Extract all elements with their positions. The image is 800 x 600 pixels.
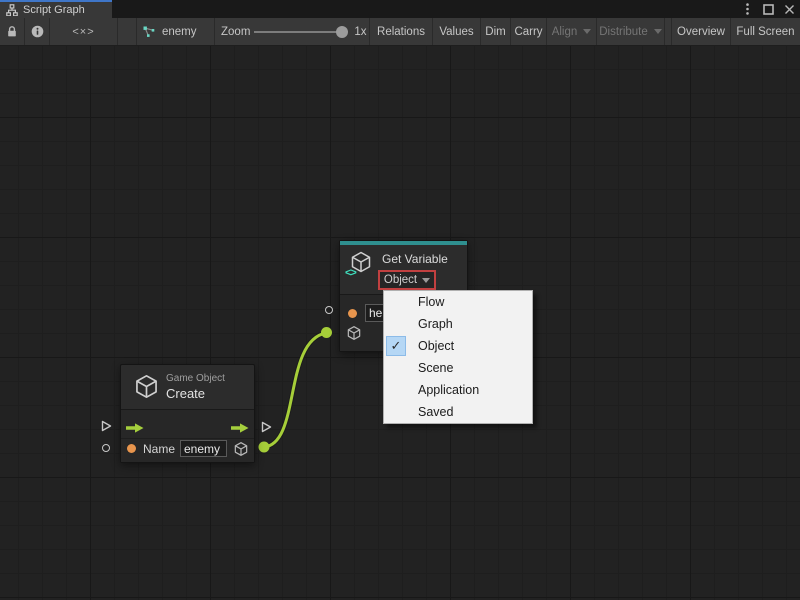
tab-script-graph[interactable]: Script Graph bbox=[0, 0, 112, 18]
overview-button[interactable]: Overview bbox=[671, 18, 731, 45]
zoom-value: 1x bbox=[354, 26, 366, 38]
script-graph-icon bbox=[6, 4, 18, 16]
toolbar-spacer bbox=[118, 18, 136, 45]
titlebar: Script Graph bbox=[0, 0, 800, 18]
distribute-button[interactable]: Distribute bbox=[597, 18, 665, 45]
check-icon: ✓ bbox=[386, 336, 406, 356]
script-graph-window: Script Graph bbox=[0, 0, 800, 600]
node-title: Get Variable bbox=[382, 252, 448, 266]
code-brackets-icon: <×> bbox=[72, 26, 94, 38]
create-flow-out-port[interactable] bbox=[260, 421, 272, 433]
flow-output-arrow-icon[interactable] bbox=[231, 423, 249, 433]
carry-button[interactable]: Carry bbox=[511, 18, 547, 45]
create-flow-in-port[interactable] bbox=[100, 420, 112, 432]
graph-breadcrumb[interactable]: enemy bbox=[136, 18, 215, 45]
toolbar: <×> enemy Zoom 1x Relations Values Dim bbox=[0, 18, 800, 46]
values-button[interactable]: Values bbox=[433, 18, 481, 45]
cube-icon bbox=[133, 373, 160, 400]
fullscreen-button[interactable]: Full Screen bbox=[731, 18, 800, 45]
flow-input-arrow-icon[interactable] bbox=[126, 423, 144, 433]
object-output-cube-icon[interactable] bbox=[346, 325, 362, 341]
dim-button[interactable]: Dim bbox=[481, 18, 511, 45]
getvariable-input-port-connected bbox=[321, 327, 332, 338]
menu-item-graph[interactable]: Graph bbox=[384, 313, 532, 335]
close-icon[interactable] bbox=[783, 2, 795, 16]
menu-item-scene[interactable]: Scene bbox=[384, 357, 532, 379]
tab-label: Script Graph bbox=[23, 4, 85, 16]
lock-button[interactable] bbox=[0, 18, 25, 45]
create-output-port-connected bbox=[259, 442, 270, 453]
info-icon bbox=[31, 25, 44, 38]
menu-item-object[interactable]: ✓ Object bbox=[384, 335, 532, 357]
relations-button[interactable]: Relations bbox=[370, 18, 433, 45]
node-title: Create bbox=[166, 386, 205, 401]
zoom-slider-handle[interactable] bbox=[336, 26, 348, 38]
caret-down-icon bbox=[654, 29, 662, 34]
maximize-icon[interactable] bbox=[762, 2, 774, 16]
name-port-label: Name bbox=[143, 442, 175, 456]
node-ports-area: Name bbox=[121, 409, 254, 462]
info-button[interactable] bbox=[25, 18, 50, 45]
graph-icon bbox=[142, 25, 156, 38]
menu-item-application[interactable]: Application bbox=[384, 379, 532, 401]
menu-item-flow[interactable]: Flow bbox=[384, 291, 532, 313]
zoom-label: Zoom bbox=[221, 26, 250, 38]
caret-down-icon bbox=[583, 29, 591, 34]
variable-kind-dropdown[interactable]: Object bbox=[378, 270, 436, 290]
node-category: Game Object bbox=[166, 373, 225, 384]
window-controls bbox=[741, 1, 795, 17]
gameobject-output-cube-icon[interactable] bbox=[233, 441, 249, 457]
menu-item-saved[interactable]: Saved bbox=[384, 401, 532, 423]
variable-name-port[interactable] bbox=[348, 309, 357, 318]
getvariable-value-port[interactable] bbox=[325, 306, 333, 314]
caret-down-icon bbox=[422, 278, 430, 283]
graph-canvas[interactable]: <> Get Variable Object bbox=[0, 46, 800, 600]
kebab-menu-icon[interactable] bbox=[741, 2, 753, 16]
name-input-port[interactable] bbox=[127, 444, 136, 453]
row-divider bbox=[121, 438, 254, 439]
zoom-slider[interactable] bbox=[254, 31, 342, 33]
name-input-field[interactable] bbox=[180, 440, 227, 457]
lock-icon bbox=[6, 25, 18, 38]
node-color-bar bbox=[340, 241, 467, 245]
cube-code-icon: <> bbox=[349, 250, 373, 274]
node-create-game-object[interactable]: Game Object Create Name bbox=[120, 364, 255, 463]
breadcrumb-label: enemy bbox=[162, 26, 197, 38]
variables-button[interactable]: <×> bbox=[50, 18, 118, 45]
align-button[interactable]: Align bbox=[547, 18, 597, 45]
create-name-ext-port[interactable] bbox=[102, 444, 110, 452]
zoom-control: Zoom 1x bbox=[215, 18, 370, 45]
variable-kind-menu: Flow Graph ✓ Object Scene Application bbox=[383, 290, 533, 424]
